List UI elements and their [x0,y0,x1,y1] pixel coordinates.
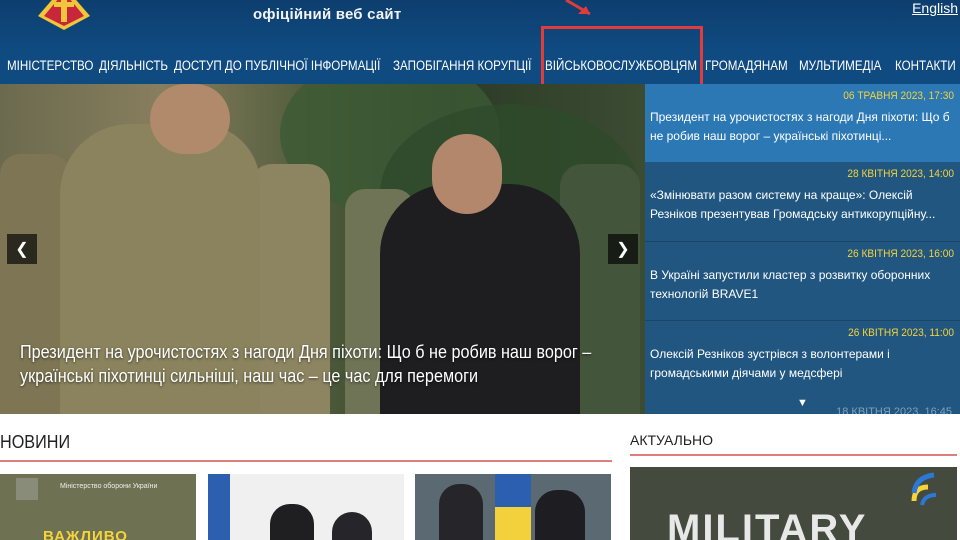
card-photo-person [270,504,314,540]
news-card[interactable] [415,474,611,540]
ministry-emblem-icon[interactable] [28,0,100,30]
site-subtitle: офіційний веб сайт [253,6,402,23]
military-banner[interactable]: MILITARY [630,467,957,540]
triangle-down-icon: ▼ [797,397,808,409]
hero-caption[interactable]: Президент на урочистостях з нагоди Дня п… [20,340,614,388]
news-card[interactable]: Міністерство оборони України ВАЖЛИВО [0,474,196,540]
side-news-date: 28 КВІТНЯ 2023, 14:00 [847,168,954,180]
side-news-item[interactable]: 26 КВІТНЯ 2023, 11:00 Олексій Резніков з… [645,321,960,399]
nav-item-public-info[interactable]: ДОСТУП ДО ПУБЛІЧНОЇ ІНФОРМАЦІЇ [174,58,380,73]
nav-item-ministry[interactable]: МІНІСТЕРСТВО [7,58,93,73]
side-news-title[interactable]: В Україні запустили кластер з розвитку о… [650,266,954,304]
section-divider [630,454,957,456]
site-header: офіційний веб сайт English [0,0,960,48]
hero-slider[interactable]: Президент на урочистостях з нагоди Дня п… [0,84,645,414]
nav-item-activity[interactable]: ДІЯЛЬНІСТЬ [99,58,168,73]
nav-item-citizens[interactable]: ГРОМАДЯНАМ [705,58,788,73]
actual-section-title[interactable]: АКТУАЛЬНО [630,432,713,448]
main-nav: МІНІСТЕРСТВО ДІЯЛЬНІСТЬ ДОСТУП ДО ПУБЛІЧ… [0,48,960,84]
card-photo-person [535,490,585,540]
hero-photo-soldier-head [150,84,230,154]
slider-prev-button[interactable]: ❮ [7,234,37,264]
hero-photo-president-head [432,134,502,214]
signal-waves-icon [911,472,937,506]
side-news-date: 26 КВІТНЯ 2023, 16:00 [847,248,954,260]
card-org-name: Міністерство оборони України [60,483,158,490]
side-news-date-partial: 18 КВІТНЯ 2023, 16:45 [836,406,952,414]
card-photo-person [332,512,372,540]
nav-item-multimedia[interactable]: МУЛЬТИМЕДІА [799,58,881,73]
side-news-item[interactable]: 26 КВІТНЯ 2023, 16:00 В Україні запустил… [645,242,960,320]
side-news-title[interactable]: Олексій Резніков зустрівся з волонтерами… [650,345,954,383]
side-news-item[interactable]: 28 КВІТНЯ 2023, 14:00 «Змінювати разом с… [645,162,960,240]
side-news-title[interactable]: «Змінювати разом систему на краще»: Олек… [650,186,954,224]
side-news-date: 06 ТРАВНЯ 2023, 17:30 [843,90,954,102]
news-section-title[interactable]: НОВИНИ [0,432,70,453]
chevron-right-icon: ❯ [616,241,630,258]
card-photo-person [439,484,483,540]
card-photo-flag [208,474,230,540]
chevron-left-icon: ❮ [15,241,29,258]
annotation-arrow-icon [565,0,591,16]
card-thumb-emblem [16,478,38,500]
slider-next-button[interactable]: ❯ [608,234,638,264]
nav-item-corruption-prevention[interactable]: ЗАПОБІГАННЯ КОРУПЦІЇ [393,58,531,73]
side-news-list: 06 ТРАВНЯ 2023, 17:30 Президент на урочи… [645,84,960,414]
side-news-date: 26 КВІТНЯ 2023, 11:00 [848,327,954,339]
section-divider [0,460,612,462]
banner-text: MILITARY [667,507,868,540]
card-photo-flag [495,474,531,540]
card-important-label: ВАЖЛИВО [43,528,128,540]
nav-item-contacts[interactable]: КОНТАКТИ [895,58,956,73]
side-news-item[interactable]: 06 ТРАВНЯ 2023, 17:30 Президент на урочи… [645,84,960,162]
english-link[interactable]: English [912,0,958,16]
news-card[interactable] [208,474,404,540]
side-news-title[interactable]: Президент на урочистостях з нагоди Дня п… [650,108,954,146]
